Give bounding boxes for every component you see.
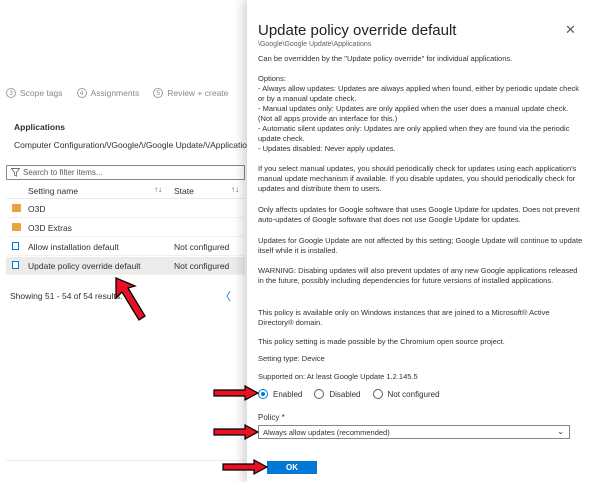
search-placeholder: Search to filter items...	[23, 168, 103, 177]
ok-button[interactable]: OK	[267, 461, 317, 474]
panel-subpath: \Google\Google Update\Applications	[258, 41, 372, 48]
supported-on: Supported on: At least Google Update 1.2…	[258, 372, 418, 381]
description-manual: If you select manual updates, you should…	[258, 164, 577, 193]
chevron-down-icon: ⌄	[557, 427, 564, 436]
left-pane: 3 Scope tags 4 Assignments 5 Review + cr…	[0, 0, 256, 482]
radio-group: Enabled Disabled Not configured	[258, 389, 452, 399]
table-row-selected[interactable]: Update policy override default Not confi…	[6, 257, 245, 275]
annotation-arrow-icon	[213, 424, 259, 440]
document-icon	[12, 242, 19, 250]
settings-panel: Update policy override default ✕ \Google…	[247, 0, 600, 482]
folder-icon	[12, 223, 21, 231]
row-state: Not configured	[174, 242, 230, 252]
description-domain: This policy is available only on Windows…	[258, 308, 550, 327]
step-assignments[interactable]: 4 Assignments	[76, 88, 140, 98]
radio-label: Enabled	[273, 389, 303, 399]
radio-dot	[372, 389, 383, 399]
policy-selected-value: Always allow updates (recommended)	[263, 427, 390, 437]
radio-dot	[258, 389, 268, 399]
step-scope-tags[interactable]: 3 Scope tags	[6, 88, 63, 98]
table-row[interactable]: Allow installation default Not configure…	[6, 238, 245, 256]
step-review-create[interactable]: 5 Review + create	[153, 88, 228, 98]
step-number: 5	[153, 88, 164, 98]
table-row[interactable]: O3D Extras	[6, 219, 245, 237]
divider	[6, 460, 245, 461]
breadcrumb-path: Computer Configuration/\/Google/\/Google…	[14, 140, 256, 150]
sort-icon[interactable]: ↑↓	[154, 185, 162, 194]
folder-icon	[12, 204, 21, 212]
step-number: 4	[76, 88, 87, 98]
filter-icon	[11, 168, 20, 177]
annotation-arrow-icon	[213, 385, 259, 401]
panel-title: Update policy override default	[258, 22, 457, 39]
radio-not-configured[interactable]: Not configured	[372, 389, 440, 399]
step-label: Scope tags	[20, 88, 63, 98]
column-state[interactable]: State	[174, 186, 194, 196]
annotation-arrow-icon	[222, 459, 268, 475]
description-intro: Can be overridden by the "Update policy …	[258, 54, 513, 63]
radio-label: Disabled	[329, 389, 361, 399]
row-name: Update policy override default	[28, 261, 141, 271]
column-setting-name[interactable]: Setting name	[28, 186, 78, 196]
setting-type: Setting type: Device	[258, 354, 325, 363]
description-options: Options: - Always allow updates: Updates…	[258, 74, 580, 153]
description-warning: WARNING: Disabing updates will also prev…	[258, 266, 578, 285]
row-state: Not configured	[174, 261, 230, 271]
previous-page-button[interactable]: 〈	[220, 288, 231, 304]
close-icon[interactable]: ✕	[565, 22, 576, 38]
row-name: O3D	[28, 204, 46, 214]
description-chromium: This policy setting is made possible by …	[258, 337, 505, 346]
document-icon	[12, 261, 19, 269]
step-label: Assignments	[90, 88, 140, 98]
policy-dropdown[interactable]: Always allow updates (recommended) ⌄	[258, 425, 570, 439]
description-affects: Only affects updates for Google software…	[258, 205, 580, 224]
sort-icon[interactable]: ↑↓	[231, 185, 239, 194]
wizard-steps: 3 Scope tags 4 Assignments 5 Review + cr…	[6, 88, 242, 98]
annotation-arrow-icon	[115, 277, 146, 321]
step-number: 3	[6, 88, 16, 98]
description-google-update: Updates for Google Update are not affect…	[258, 236, 583, 255]
results-count: Showing 51 - 54 of 54 results.	[10, 291, 123, 301]
table-row[interactable]: O3D	[6, 200, 245, 218]
radio-dot	[314, 389, 325, 399]
radio-label: Not configured	[387, 389, 440, 399]
radio-enabled[interactable]: Enabled	[258, 389, 302, 399]
step-label: Review + create	[167, 88, 229, 98]
policy-label: Policy *	[258, 413, 285, 422]
radio-disabled[interactable]: Disabled	[314, 389, 361, 399]
search-input[interactable]: Search to filter items...	[6, 165, 245, 180]
table-header: Setting name ↑↓ State ↑↓	[6, 184, 245, 199]
row-name: O3D Extras	[28, 223, 72, 233]
row-name: Allow installation default	[28, 242, 119, 252]
section-title: Applications	[14, 122, 66, 132]
